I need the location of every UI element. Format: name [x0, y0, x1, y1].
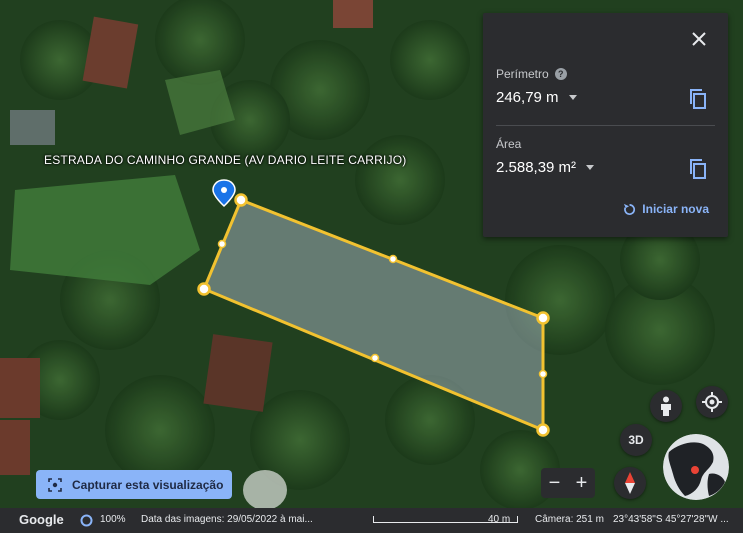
area-value[interactable]: 2.588,39 m² — [496, 159, 595, 176]
restart-icon — [624, 203, 636, 215]
chevron-down-icon — [586, 165, 595, 170]
polygon-midpoint — [388, 254, 398, 264]
restart-button[interactable]: Iniciar nova — [623, 202, 709, 216]
zoom-out-button[interactable]: − — [541, 469, 568, 497]
imagery-date[interactable]: Data das imagens: 29/05/2022 à mai... — [141, 514, 313, 525]
perimeter-value[interactable]: 246,79 m — [496, 89, 577, 106]
help-icon[interactable]: ? — [554, 68, 567, 80]
status-footer: Google 100% Data das imagens: 29/05/2022… — [0, 508, 743, 533]
copy-perimeter-icon[interactable] — [688, 88, 708, 110]
polygon-vertex — [234, 193, 248, 207]
scale-label: 40 m — [488, 514, 511, 525]
close-icon[interactable] — [690, 30, 708, 48]
polygon-midpoint — [538, 369, 548, 379]
perimeter-label: Perímetro? — [496, 67, 567, 81]
polygon-midpoint — [217, 239, 227, 249]
polygon-vertex — [197, 282, 211, 296]
camera-altitude: Câmera: 251 m — [535, 514, 604, 525]
capture-icon — [48, 477, 62, 492]
polygon-vertex — [536, 311, 550, 325]
area-label: Área — [496, 137, 522, 151]
copy-area-icon[interactable] — [688, 158, 708, 180]
coordinates: 23°43'58"S 45°27'28"W ... — [613, 514, 729, 525]
my-location-icon[interactable] — [696, 386, 728, 418]
zoom-in-button[interactable]: + — [568, 469, 595, 497]
measure-panel: Perímetro? 246,79 m Área 2.588,39 m² Ini… — [483, 13, 728, 237]
zoom-control: − + — [541, 468, 595, 498]
loading-ring-icon — [80, 514, 93, 527]
street-view-pegman-icon[interactable] — [650, 390, 682, 422]
zoom-level: 100% — [100, 514, 126, 525]
polygon-vertex — [536, 423, 550, 437]
toggle-3d-button[interactable]: 3D — [620, 424, 652, 456]
google-logo: Google — [19, 512, 64, 527]
chevron-down-icon — [568, 95, 577, 100]
street-label: ESTRADA DO CAMINHO GRANDE (AV DARIO LEIT… — [44, 153, 407, 167]
globe-icon[interactable] — [663, 434, 729, 500]
compass-icon[interactable] — [614, 467, 646, 499]
polygon-midpoint — [370, 353, 380, 363]
divider — [496, 125, 715, 126]
capture-view-button[interactable]: Capturar esta visualização — [36, 470, 232, 499]
